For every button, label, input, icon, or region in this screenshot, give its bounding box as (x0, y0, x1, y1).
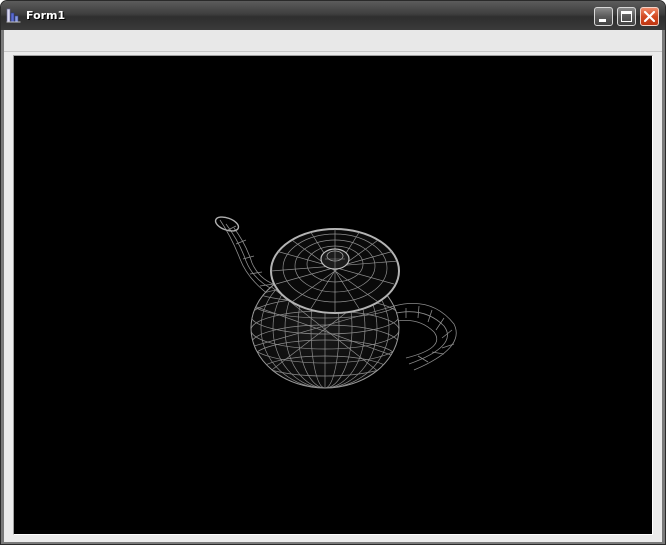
menu-strip (4, 30, 662, 52)
app-icon[interactable] (6, 7, 22, 23)
form-client-area (4, 30, 662, 542)
minimize-icon (599, 19, 606, 22)
teapot-handle (391, 303, 457, 371)
render-viewport[interactable] (13, 55, 653, 535)
maximize-button[interactable] (617, 7, 636, 26)
title-bar[interactable]: Form1 (1, 1, 665, 30)
close-icon (643, 10, 656, 23)
maximize-icon (621, 11, 632, 22)
minimize-button[interactable] (594, 7, 613, 26)
teapot-spout (214, 216, 280, 298)
app-window: Form1 (0, 0, 666, 545)
teapot-lid (270, 228, 400, 314)
close-button[interactable] (640, 7, 659, 26)
window-title: Form1 (26, 9, 66, 22)
wireframe-teapot (214, 216, 457, 389)
